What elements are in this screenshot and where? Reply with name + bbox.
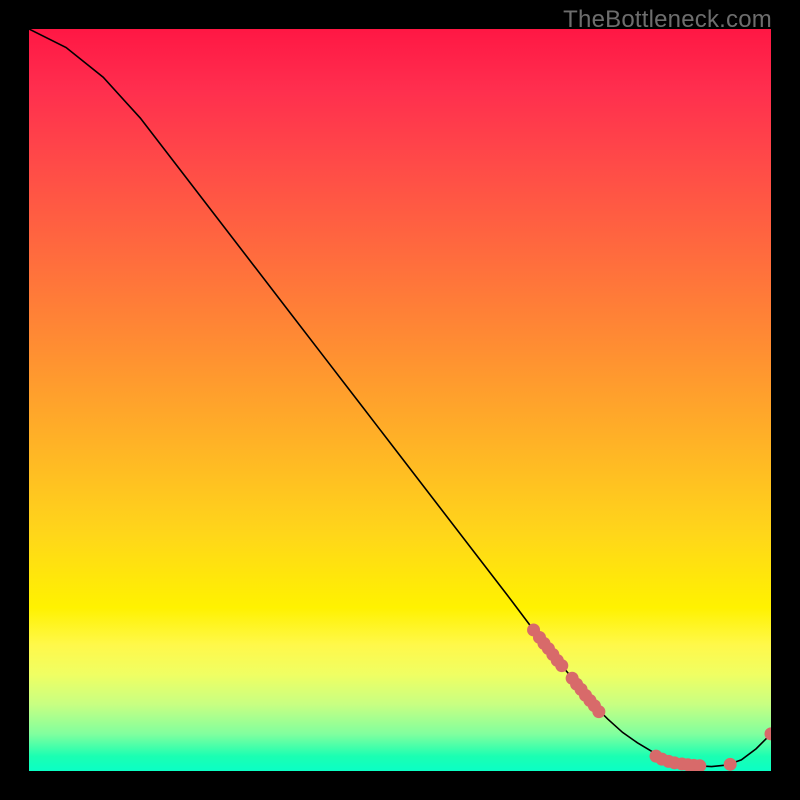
curve-layer bbox=[29, 29, 771, 771]
data-marker bbox=[724, 758, 737, 771]
bottleneck-curve bbox=[29, 29, 771, 767]
watermark-text: TheBottleneck.com bbox=[563, 6, 772, 34]
plot-area bbox=[29, 29, 771, 771]
data-marker bbox=[592, 705, 605, 718]
data-marker bbox=[555, 659, 568, 672]
chart-stage: TheBottleneck.com bbox=[0, 0, 800, 800]
